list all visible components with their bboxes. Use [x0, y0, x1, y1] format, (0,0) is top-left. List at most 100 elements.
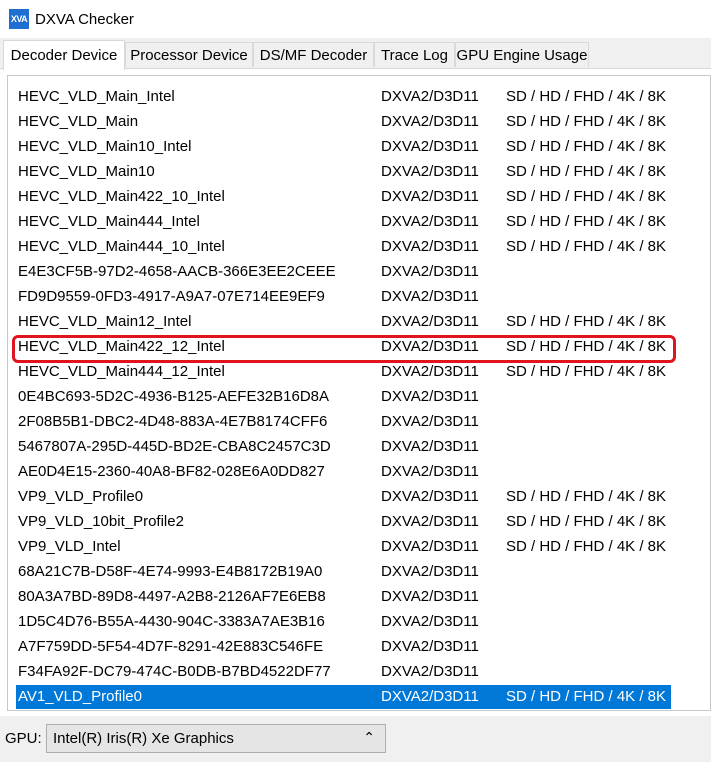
decoder-row[interactable]: 0E4BC693-5D2C-4936-B125-AEFE32B16D8A DXVA…: [16, 385, 671, 409]
decoder-api: DXVA2/D3D11: [381, 288, 479, 305]
decoder-row[interactable]: E4E3CF5B-97D2-4658-AACB-366E3EE2CEEE DXVA…: [16, 260, 671, 284]
decoder-api: DXVA2/D3D11: [381, 88, 479, 105]
decoder-resolutions: SD / HD / FHD / 4K / 8K: [506, 488, 667, 505]
dxva-checker-window: XVA DXVA Checker Decoder Device Processo…: [0, 0, 711, 762]
decoder-name: 68A21C7B-D58F-4E74-9993-E4B8172B19A0: [18, 563, 323, 580]
decoder-name: HEVC_VLD_Main10: [18, 163, 155, 180]
decoder-api: DXVA2/D3D11: [381, 213, 479, 230]
decoder-row[interactable]: A7F759DD-5F54-4D7F-8291-42E883C546FE DXVA…: [16, 635, 671, 659]
decoder-row[interactable]: 80A3A7BD-89D8-4497-A2B8-2126AF7E6EB8 DXVA…: [16, 585, 671, 609]
decoder-device-panel: AV1_VLD_Profile0 DXVA2/D3D11 SD / HD / FHD…: [0, 68, 711, 716]
decoder-row[interactable]: F34FA92F-DC79-474C-B0DB-B7BD4522DF77 DXVA…: [16, 660, 671, 684]
decoder-name: FD9D9559-0FD3-4917-A9A7-07E714EE9EF9: [18, 288, 325, 305]
decoder-resolutions: SD / HD / FHD / 4K / 8K: [506, 88, 667, 105]
decoder-resolutions: SD / HD / FHD / 4K / 8K: [506, 688, 667, 705]
decoder-api: DXVA2/D3D11: [381, 463, 479, 480]
decoder-row[interactable]: VP9_VLD_10bit_Profile2 DXVA2/D3D11 SD / HD…: [16, 510, 671, 534]
app-icon: XVA: [9, 9, 29, 29]
decoder-name: 80A3A7BD-89D8-4497-A2B8-2126AF7E6EB8: [18, 588, 326, 605]
tab-gpu-engine-usage[interactable]: GPU Engine Usage: [455, 42, 589, 67]
decoder-api: DXVA2/D3D11: [381, 338, 479, 355]
decoder-name: HEVC_VLD_Main422_10_Intel: [18, 188, 225, 205]
decoder-list[interactable]: AV1_VLD_Profile0 DXVA2/D3D11 SD / HD / FHD…: [7, 75, 711, 711]
decoder-row[interactable]: VP9_VLD_Intel DXVA2/D3D11 SD / HD / FHD / …: [16, 535, 671, 559]
decoder-resolutions: SD / HD / FHD / 4K / 8K: [506, 188, 667, 205]
gpu-select-value: Intel(R) Iris(R) Xe Graphics: [53, 730, 234, 747]
decoder-name: 2F08B5B1-DBC2-4D48-883A-4E7B8174CFF6: [18, 413, 328, 430]
decoder-row[interactable]: FD9D9559-0FD3-4917-A9A7-07E714EE9EF9 DXVA…: [16, 285, 671, 309]
decoder-row[interactable]: HEVC_VLD_Main422_10_Intel DXVA2/D3D11 SD /…: [16, 185, 671, 209]
tab-ds-mf-decoder[interactable]: DS/MF Decoder: [253, 42, 374, 67]
decoder-name: VP9_VLD_Profile0: [18, 488, 144, 505]
decoder-api: DXVA2/D3D11: [381, 163, 479, 180]
decoder-name: HEVC_VLD_Main12_Intel: [18, 313, 192, 330]
decoder-api: DXVA2/D3D11: [381, 538, 479, 555]
tab-trace-log[interactable]: Trace Log: [374, 42, 455, 67]
decoder-api: DXVA2/D3D11: [381, 588, 479, 605]
decoder-name: VP9_VLD_Intel: [18, 538, 121, 555]
decoder-row[interactable]: HEVC_VLD_Main444_Intel DXVA2/D3D11 SD / HD…: [16, 210, 671, 234]
decoder-name: HEVC_VLD_Main444_10_Intel: [18, 238, 225, 255]
decoder-api: DXVA2/D3D11: [381, 263, 479, 280]
gpu-select[interactable]: Intel(R) Iris(R) Xe Graphics ⌃: [46, 724, 386, 753]
decoder-resolutions: SD / HD / FHD / 4K / 8K: [506, 138, 667, 155]
tab-bar: Decoder Device Processor Device DS/MF De…: [0, 40, 711, 70]
decoder-api: DXVA2/D3D11: [381, 388, 479, 405]
decoder-resolutions: SD / HD / FHD / 4K / 8K: [506, 513, 667, 530]
decoder-name: HEVC_VLD_Main444_Intel: [18, 213, 200, 230]
decoder-name: HEVC_VLD_Main: [18, 113, 139, 130]
decoder-api: DXVA2/D3D11: [381, 138, 479, 155]
decoder-row[interactable]: AE0D4E15-2360-40A8-BF82-028E6A0DD827 DXVA…: [16, 460, 671, 484]
decoder-row[interactable]: HEVC_VLD_Main10_Intel DXVA2/D3D11 SD / HD …: [16, 135, 671, 159]
gpu-label: GPU:: [5, 730, 42, 747]
decoder-name: AV1_VLD_Profile0: [18, 688, 142, 705]
decoder-resolutions: SD / HD / FHD / 4K / 8K: [506, 113, 667, 130]
chevron-up-icon: ⌃: [363, 729, 375, 745]
decoder-row[interactable]: 5467807A-295D-445D-BD2E-CBA8C2457C3D DXVA…: [16, 435, 671, 459]
decoder-name: HEVC_VLD_Main444_12_Intel: [18, 363, 225, 380]
window-title: DXVA Checker: [35, 10, 134, 28]
decoder-name: 5467807A-295D-445D-BD2E-CBA8C2457C3D: [18, 438, 331, 455]
decoder-api: DXVA2/D3D11: [381, 513, 479, 530]
decoder-row[interactable]: HEVC_VLD_Main DXVA2/D3D11 SD / HD / FHD / …: [16, 110, 671, 134]
decoder-row[interactable]: HEVC_VLD_Main444_10_Intel DXVA2/D3D11 SD /…: [16, 235, 671, 259]
title-bar: XVA DXVA Checker: [0, 0, 711, 38]
decoder-name: E4E3CF5B-97D2-4658-AACB-366E3EE2CEEE: [18, 263, 336, 280]
decoder-api: DXVA2/D3D11: [381, 663, 479, 680]
decoder-name: VP9_VLD_10bit_Profile2: [18, 513, 184, 530]
decoder-row[interactable]: HEVC_VLD_Main_Intel DXVA2/D3D11 SD / HD / …: [16, 85, 671, 109]
decoder-api: DXVA2/D3D11: [381, 113, 479, 130]
decoder-row[interactable]: HEVC_VLD_Main12_Intel DXVA2/D3D11 SD / HD …: [16, 310, 671, 334]
decoder-row[interactable]: AV1_VLD_Profile0 DXVA2/D3D11 SD / HD / FHD…: [16, 685, 671, 709]
decoder-row[interactable]: HEVC_VLD_Main10 DXVA2/D3D11 SD / HD / FHD …: [16, 160, 671, 184]
decoder-api: DXVA2/D3D11: [381, 638, 479, 655]
decoder-api: DXVA2/D3D11: [381, 413, 479, 430]
decoder-api: DXVA2/D3D11: [381, 613, 479, 630]
decoder-name: F34FA92F-DC79-474C-B0DB-B7BD4522DF77: [18, 663, 331, 680]
decoder-resolutions: SD / HD / FHD / 4K / 8K: [506, 313, 667, 330]
decoder-api: DXVA2/D3D11: [381, 688, 479, 705]
decoder-row[interactable]: 1D5C4D76-B55A-4430-904C-3383A7AE3B16 DXVA…: [16, 610, 671, 634]
tab-processor-device[interactable]: Processor Device: [125, 42, 253, 67]
decoder-resolutions: SD / HD / FHD / 4K / 8K: [506, 538, 667, 555]
decoder-resolutions: SD / HD / FHD / 4K / 8K: [506, 338, 667, 355]
decoder-row[interactable]: 68A21C7B-D58F-4E74-9993-E4B8172B19A0 DXVA…: [16, 560, 671, 584]
decoder-name: AE0D4E15-2360-40A8-BF82-028E6A0DD827: [18, 463, 325, 480]
decoder-row[interactable]: VP9_VLD_Profile0 DXVA2/D3D11 SD / HD / FHD…: [16, 485, 671, 509]
decoder-resolutions: SD / HD / FHD / 4K / 8K: [506, 163, 667, 180]
decoder-api: DXVA2/D3D11: [381, 363, 479, 380]
decoder-name: A7F759DD-5F54-4D7F-8291-42E883C546FE: [18, 638, 324, 655]
decoder-resolutions: SD / HD / FHD / 4K / 8K: [506, 363, 667, 380]
decoder-name: 1D5C4D76-B55A-4430-904C-3383A7AE3B16: [18, 613, 325, 630]
decoder-resolutions: SD / HD / FHD / 4K / 8K: [506, 213, 667, 230]
decoder-name: HEVC_VLD_Main10_Intel: [18, 138, 192, 155]
decoder-row[interactable]: 2F08B5B1-DBC2-4D48-883A-4E7B8174CFF6 DXVA…: [16, 410, 671, 434]
decoder-name: HEVC_VLD_Main422_12_Intel: [18, 338, 225, 355]
decoder-row[interactable]: HEVC_VLD_Main444_12_Intel DXVA2/D3D11 SD /…: [16, 360, 671, 384]
decoder-api: DXVA2/D3D11: [381, 188, 479, 205]
decoder-resolutions: SD / HD / FHD / 4K / 8K: [506, 238, 667, 255]
tab-decoder-device[interactable]: Decoder Device: [3, 40, 125, 70]
decoder-name: HEVC_VLD_Main_Intel: [18, 88, 175, 105]
decoder-row[interactable]: HEVC_VLD_Main422_12_Intel DXVA2/D3D11 SD /…: [16, 335, 671, 359]
decoder-name: 0E4BC693-5D2C-4936-B125-AEFE32B16D8A: [18, 388, 330, 405]
